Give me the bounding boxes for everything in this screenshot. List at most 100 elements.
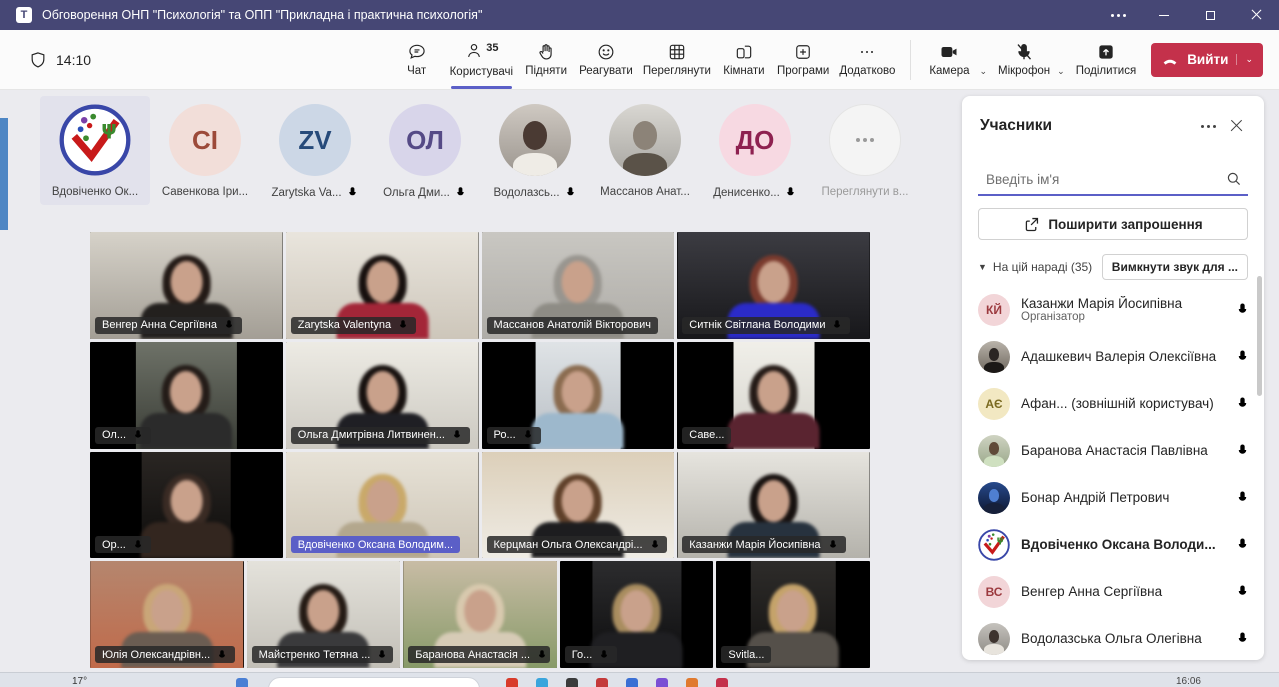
avatar-photo [978, 340, 1010, 373]
strip-item[interactable]: ДО Денисенко... [700, 96, 810, 205]
more-button[interactable]: Додатково [834, 31, 900, 89]
participant-row[interactable]: Вдовіченко Оксана Володи... [962, 521, 1264, 568]
taskbar-app-icon[interactable] [536, 678, 548, 687]
search-input[interactable] [978, 164, 1248, 194]
strip-item[interactable]: ZV Zarytska Va... [260, 96, 370, 205]
video-tile[interactable]: Массанов Анатолій Вікторович [481, 232, 675, 339]
left-accent-strip [0, 118, 8, 230]
section-chevron-icon[interactable]: ▼ [978, 262, 987, 272]
camera-button[interactable]: Камера [921, 31, 977, 89]
window-titlebar: Обговорення ОНП "Психологія" та ОПП "При… [0, 0, 1279, 30]
taskbar-app-icon[interactable] [716, 678, 728, 687]
participant-name-tag: Керцман Ольга Олександрі... [486, 536, 668, 554]
participant-row[interactable]: ВС Венгер Анна Сергіївна [962, 568, 1264, 615]
video-tile[interactable]: Вдовіченко Оксана Володим... [285, 451, 479, 559]
participant-role: Організатор [1021, 311, 1085, 323]
participant-name: Вдовіченко Оксана Володи... [1021, 537, 1216, 552]
video-tile[interactable]: Керцман Ольга Олександрі... [481, 451, 675, 559]
video-tile[interactable]: Майстренко Тетяна ... [246, 561, 401, 668]
strip-item[interactable]: Водолазсь... [480, 96, 590, 205]
mute-all-button[interactable]: Вимкнути звук для ... [1101, 254, 1248, 280]
taskbar-app-icon[interactable] [596, 678, 608, 687]
panel-more-button[interactable] [1194, 112, 1222, 140]
taskbar-app-icon[interactable] [506, 678, 518, 687]
avatar-photo [499, 104, 571, 176]
strip-item-view-more[interactable]: Переглянути в... [810, 96, 920, 205]
participant-row[interactable]: КЙ Казанжи Марія Йосипівна Організатор [962, 286, 1264, 333]
mic-off-icon [600, 649, 609, 659]
taskbar-app-icon[interactable] [566, 678, 578, 687]
participant-row[interactable]: Водолазська Ольга Олегівна [962, 615, 1264, 660]
video-tile[interactable]: Го... [559, 561, 714, 668]
smiley-icon [598, 44, 614, 60]
participant-row[interactable]: Адашкевич Валерія Олексіївна [962, 333, 1264, 380]
mic-off-icon [833, 320, 842, 330]
taskbar-search-box[interactable] [268, 677, 480, 687]
video-tile[interactable]: Ситнік Світлана Володими [677, 232, 870, 339]
window-more-button[interactable] [1095, 0, 1141, 30]
apps-button[interactable]: Програми [772, 31, 834, 89]
apps-plus-icon [796, 45, 810, 59]
video-tile[interactable]: Баранова Анастасія ... [403, 561, 557, 668]
raise-hand-button[interactable]: Підняти [518, 31, 574, 89]
mic-off-icon [134, 539, 142, 550]
video-tile[interactable]: Zarytska Valentyna [285, 232, 479, 339]
participant-row[interactable]: Баранова Анастасія Павлівна [962, 427, 1264, 474]
react-button[interactable]: Реагувати [574, 31, 638, 89]
window-close-button[interactable] [1233, 0, 1279, 30]
avatar: КЙ [978, 293, 1010, 326]
mic-off-icon [566, 187, 575, 198]
video-tile[interactable]: Ор... [90, 451, 283, 559]
camera-options-chevron[interactable]: ⌄ [979, 66, 987, 77]
participant-name-tag: Баранова Анастасія ... [408, 646, 550, 663]
window-minimize-button[interactable] [1141, 0, 1187, 30]
avatar: ВС [978, 575, 1010, 608]
panel-scrollbar[interactable] [1257, 276, 1262, 396]
microphone-button[interactable]: Мікрофон [993, 31, 1055, 89]
participant-row[interactable]: Бонар Андрій Петрович [962, 474, 1264, 521]
video-grid: Венгер Анна Сергіївна Zarytska Valentyna… [90, 232, 870, 668]
raise-hand-icon [539, 44, 552, 60]
mic-off-icon [1238, 303, 1248, 315]
view-button[interactable]: Переглянути [638, 31, 716, 89]
video-tile[interactable]: Юлія Олександрівн... [90, 561, 244, 668]
users-button[interactable]: 35 Користувачі [445, 31, 518, 89]
taskbar-app-icon[interactable] [656, 678, 668, 687]
panel-close-button[interactable] [1222, 112, 1250, 140]
taskbar-app-icon[interactable] [626, 678, 638, 687]
taskbar-app-icon[interactable] [236, 678, 248, 687]
mic-off-icon [218, 649, 227, 659]
window-maximize-button[interactable] [1187, 0, 1233, 30]
strip-item[interactable]: СІ Савенкова Іри... [150, 96, 260, 205]
mic-off-icon [378, 649, 387, 659]
taskbar-app-icon[interactable] [686, 678, 698, 687]
video-tile[interactable]: Ольга Дмитрівна Литвинен... [285, 341, 479, 449]
participant-row[interactable]: АЄ Афан... (зовнішній користувач) [962, 380, 1264, 427]
weather-widget[interactable]: 17° [72, 676, 87, 687]
video-tile[interactable]: Svitla... [716, 561, 870, 668]
avatar-logo [59, 104, 131, 176]
rooms-button[interactable]: Кімнати [716, 31, 772, 89]
leave-button[interactable]: Вийти ⌄ [1151, 42, 1263, 77]
leave-options-chevron[interactable]: ⌄ [1236, 54, 1253, 65]
video-tile[interactable]: Казанжи Марія Йосипівна [677, 451, 870, 559]
strip-item[interactable]: Массанов Анат... [590, 96, 700, 205]
participant-name-tag: Zarytska Valentyna [290, 316, 417, 334]
video-tile[interactable]: Венгер Анна Сергіївна [90, 232, 283, 339]
strip-item[interactable]: Вдовіченко Ок... [40, 96, 150, 205]
participant-name-tag: Svitla... [721, 646, 772, 663]
chat-button[interactable]: Чат [389, 31, 445, 89]
video-tile[interactable]: Саве... [677, 341, 870, 449]
mic-off-icon [524, 430, 532, 440]
strip-item[interactable]: ОЛ Ольга Дми... [370, 96, 480, 205]
microphone-options-chevron[interactable]: ⌄ [1057, 66, 1065, 77]
participant-name-tag: Юлія Олександрівн... [95, 646, 236, 663]
share-invite-button[interactable]: Поширити запрошення [978, 208, 1248, 240]
participants-panel: Учасники Поширити запрошення ▼ На цій на… [962, 96, 1264, 660]
participant-name-tag-speaking: Вдовіченко Оксана Володим... [290, 536, 461, 554]
mic-off-icon [1238, 585, 1248, 597]
mic-off-icon [1238, 444, 1248, 456]
share-button[interactable]: Поділитися [1071, 31, 1141, 89]
video-tile[interactable]: Ро... [481, 341, 675, 449]
video-tile[interactable]: Ол... [90, 341, 283, 449]
